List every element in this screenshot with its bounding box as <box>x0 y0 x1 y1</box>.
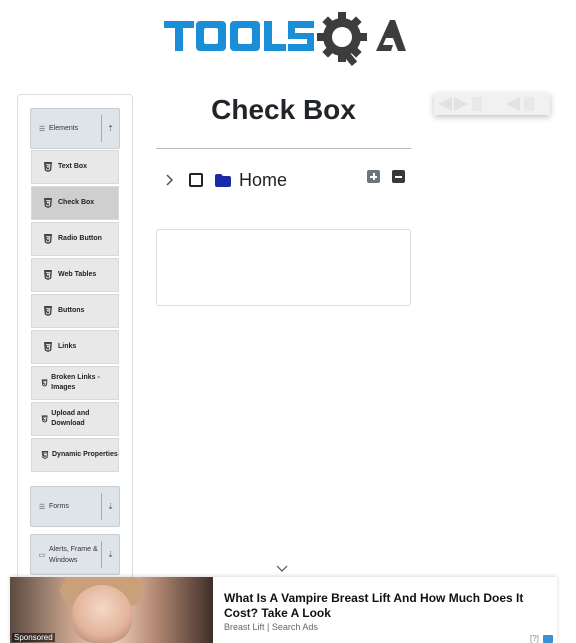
html5-icon <box>44 234 52 244</box>
left-sidebar: ☰ Elements ⇡ Text Box Check Box Radio Bu… <box>17 94 133 604</box>
ad-image[interactable]: Sponsored <box>10 577 213 643</box>
sponsored-label: Sponsored <box>12 633 55 642</box>
sidebar-item-links[interactable]: Links <box>31 330 119 364</box>
list-icon: ☰ <box>38 125 46 133</box>
home-checkbox[interactable] <box>189 173 203 187</box>
sidebar-item-upload-download[interactable]: Upload and Download <box>31 402 119 436</box>
list-icon: ☰ <box>38 503 46 511</box>
bottom-ad-banner[interactable]: Sponsored What Is A Vampire Breast Lift … <box>10 577 557 643</box>
folder-icon <box>215 173 231 187</box>
html5-icon <box>44 306 52 316</box>
toolsqa-logo[interactable] <box>164 10 406 68</box>
html5-icon <box>41 451 49 459</box>
site-header <box>0 0 576 72</box>
tree-node-home: Home <box>160 166 287 194</box>
window-icon: ▭ <box>38 551 46 559</box>
html5-icon <box>44 198 52 208</box>
page-title: Check Box <box>211 94 356 125</box>
sidebar-item-radio-button[interactable]: Radio Button <box>31 222 119 256</box>
plus-square-icon[interactable] <box>367 170 380 183</box>
menu-group-forms[interactable]: ☰ Forms ⇣ <box>30 486 120 527</box>
html5-icon <box>44 162 52 172</box>
title-divider <box>156 148 411 149</box>
chevron-down-icon[interactable]: ⇣ <box>101 492 119 521</box>
adchoices-icon[interactable] <box>543 635 553 643</box>
sidebar-item-text-box[interactable]: Text Box <box>31 150 119 184</box>
html5-icon <box>41 415 48 423</box>
tree-node-label[interactable]: Home <box>239 170 287 191</box>
adchoices-link[interactable]: [?] <box>530 634 539 643</box>
html5-icon <box>44 270 52 280</box>
sidebar-item-web-tables[interactable]: Web Tables <box>31 258 119 292</box>
play-arrows-icon <box>438 97 534 111</box>
sidebar-item-buttons[interactable]: Buttons <box>31 294 119 328</box>
chevron-down-icon[interactable] <box>276 564 288 574</box>
sidebar-item-dynamic-properties[interactable]: Dynamic Properties <box>31 438 119 472</box>
result-panel <box>156 229 411 306</box>
html5-icon <box>44 342 52 352</box>
chevron-right-icon[interactable] <box>163 173 177 187</box>
chevron-up-icon[interactable]: ⇡ <box>101 114 119 143</box>
sidebar-item-broken-links[interactable]: Broken Links - Images <box>31 366 119 400</box>
ad-source: Breast Lift | Search Ads <box>224 622 318 632</box>
sidebar-ad-banner[interactable] <box>434 93 550 115</box>
minus-square-icon[interactable] <box>392 170 405 183</box>
ad-headline[interactable]: What Is A Vampire Breast Lift And How Mu… <box>224 591 544 621</box>
html5-icon <box>41 379 48 387</box>
menu-group-alerts[interactable]: ▭ Alerts, Frame & Windows ⇣ <box>30 534 120 575</box>
menu-group-elements[interactable]: ☰ Elements ⇡ <box>30 108 120 149</box>
chevron-down-icon[interactable]: ⇣ <box>101 540 119 569</box>
sidebar-item-check-box[interactable]: Check Box <box>31 186 119 220</box>
